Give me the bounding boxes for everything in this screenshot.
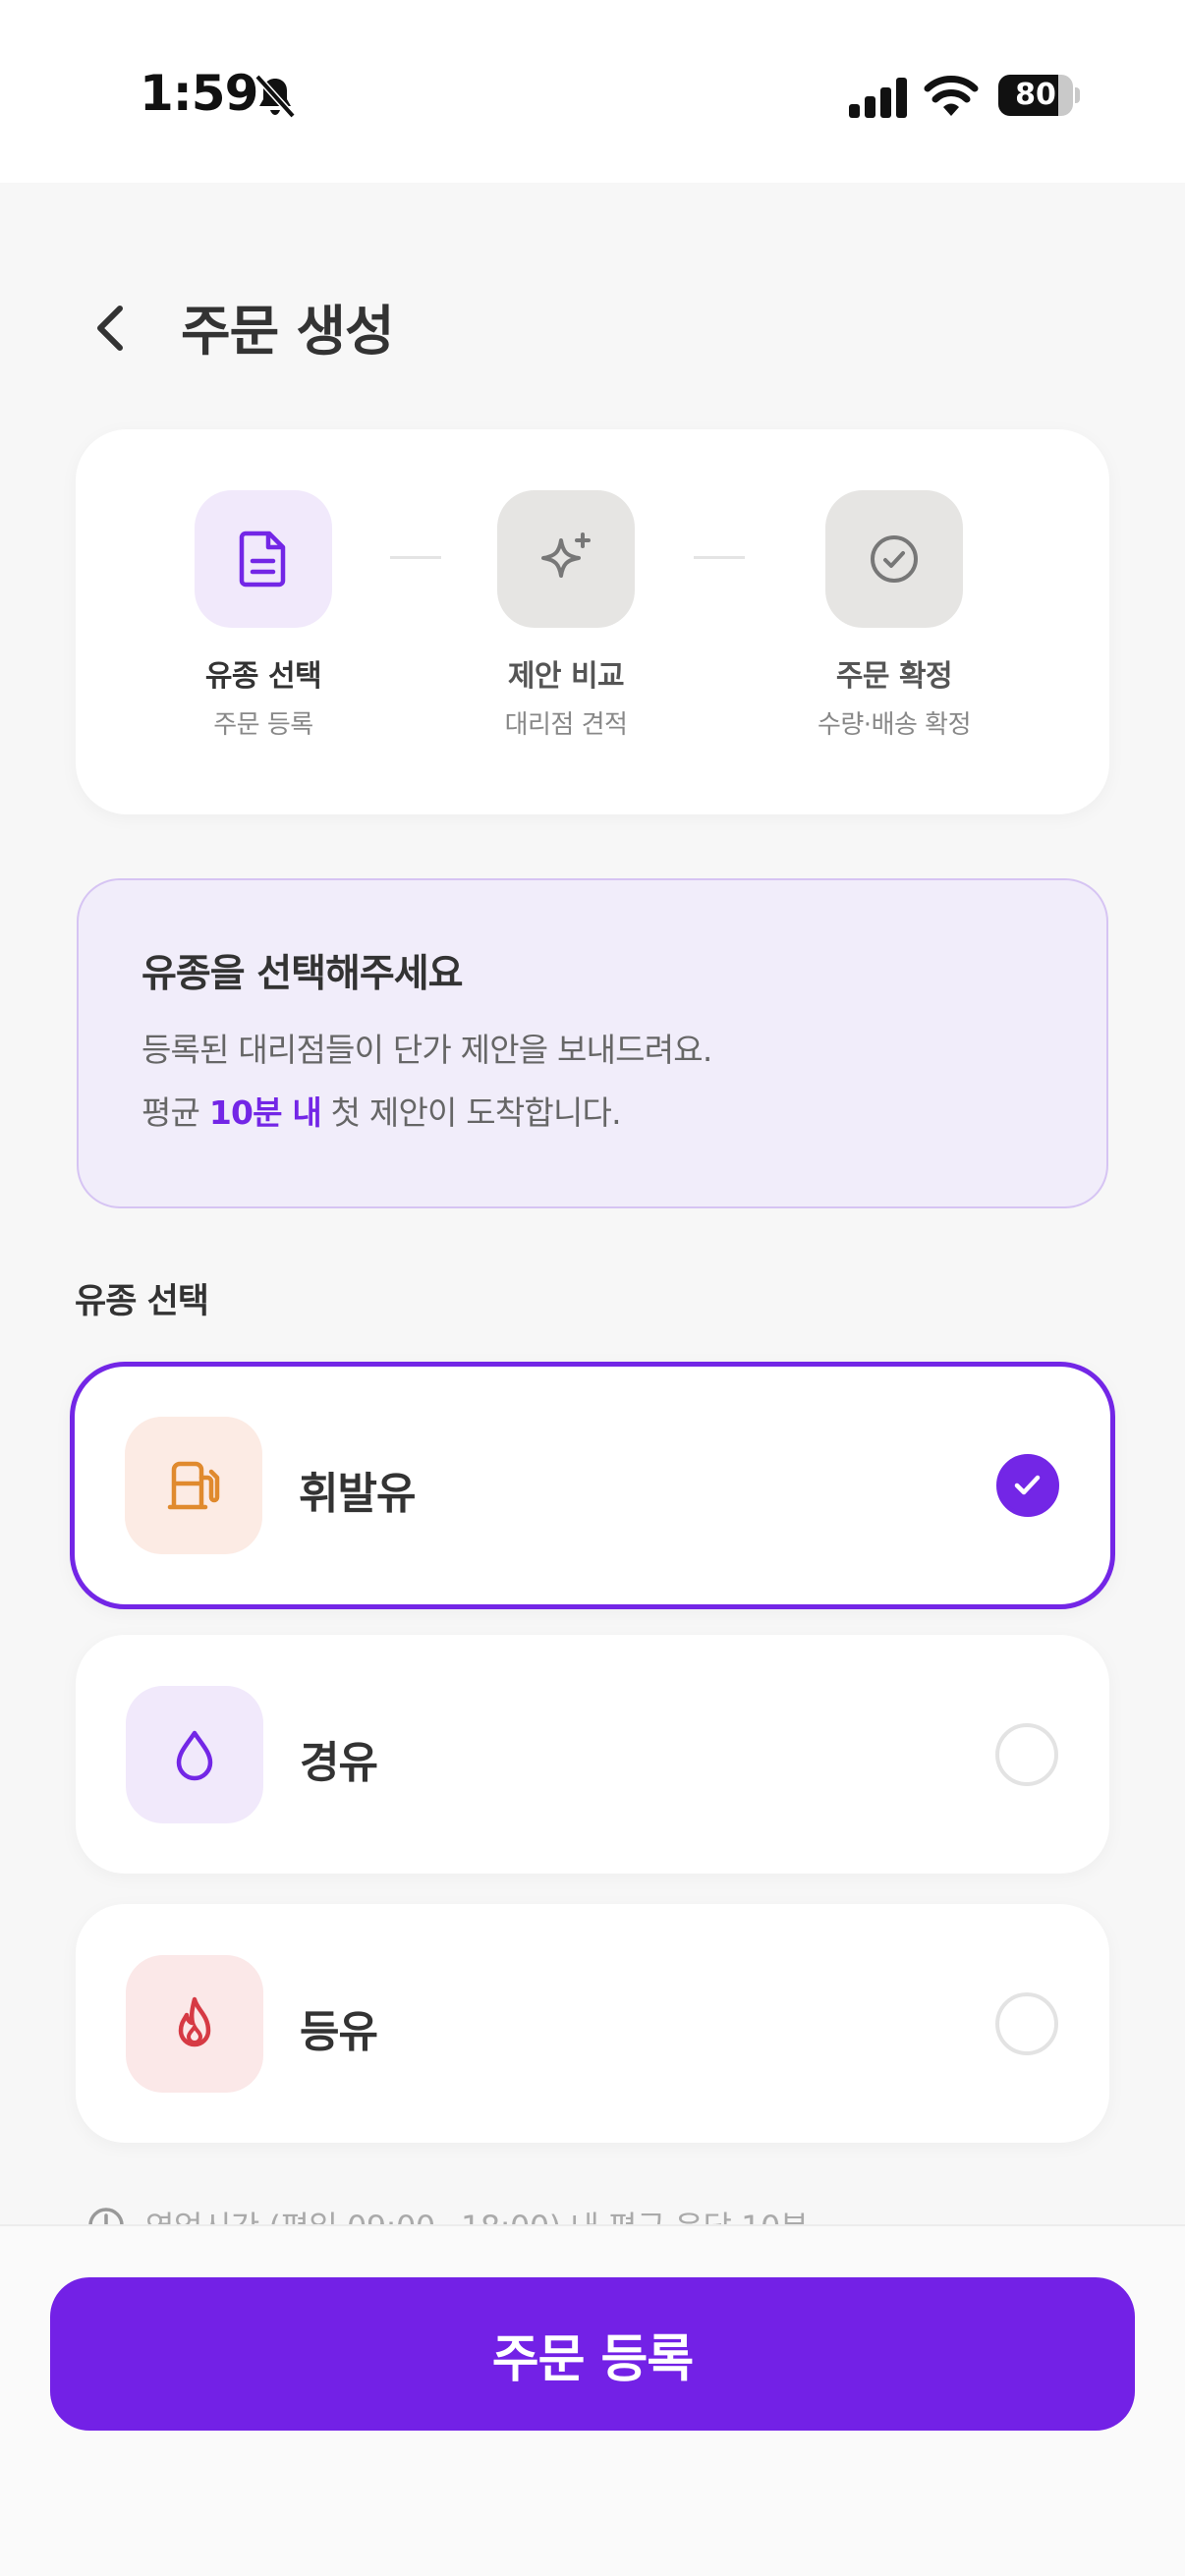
- step-fuel-select: 유종 선택 주문 등록: [136, 490, 391, 741]
- submit-order-button[interactable]: 주문 등록: [50, 2277, 1135, 2431]
- document-icon: [195, 490, 332, 628]
- bottom-action-bar: 주문 등록: [0, 2224, 1185, 2576]
- battery-level-text: 80: [1015, 78, 1056, 112]
- step-order-confirm: 주문 확정 수량·배송 확정: [766, 490, 1022, 741]
- info-line-1: 등록된 대리점들이 단가 제안을 보내드려요.: [141, 1031, 712, 1069]
- step-title: 제안 비교: [507, 659, 625, 694]
- battery-indicator: 80: [998, 75, 1080, 116]
- status-bar: 1:59 80: [0, 0, 1185, 183]
- business-hours-hint: 영업시간 (평일 09:00~18:00) 내 평균 응답 10분: [86, 2203, 971, 2226]
- wifi-icon: [924, 76, 979, 116]
- hint-text: 영업시간 (평일 09:00~18:00) 내 평균 응답 10분: [145, 2203, 809, 2226]
- step-title: 주문 확정: [835, 659, 953, 694]
- check-circle-icon: [825, 490, 963, 628]
- step-subtitle: 대리점 견적: [504, 710, 628, 740]
- radio-unchecked[interactable]: [995, 1722, 1058, 1786]
- step-title: 유종 선택: [204, 659, 322, 694]
- step-connector: [390, 556, 441, 559]
- info-line-2-prefix: 평균: [141, 1093, 209, 1132]
- info-title: 유종을 선택해주세요: [141, 952, 463, 996]
- radio-unchecked[interactable]: [995, 1991, 1058, 2055]
- clock-icon: [88, 2208, 124, 2226]
- step-connector: [694, 556, 745, 559]
- flame-icon: [126, 1954, 263, 2093]
- section-label-fuel-select: 유종 선택: [75, 1282, 209, 1321]
- droplet-icon: [126, 1685, 263, 1823]
- info-notice: 유종을 선택해주세요 등록된 대리점들이 단가 제안을 보내드려요. 평균 10…: [77, 878, 1108, 1208]
- fuel-option-label: 휘발유: [299, 1469, 416, 1519]
- fuel-pump-icon: [125, 1417, 262, 1554]
- progress-steps-card: 유종 선택 주문 등록 제안 비교 대리점 견적 주문 확정 수량·배송 확정: [76, 429, 1109, 814]
- fuel-option-label: 경유: [300, 1737, 378, 1788]
- info-highlight: 10분 내: [208, 1093, 322, 1132]
- step-proposal-compare: 제안 비교 대리점 견적: [438, 490, 694, 741]
- sparkle-icon: [497, 490, 635, 628]
- step-subtitle: 수량·배송 확정: [817, 710, 972, 740]
- bell-muted-icon: [254, 74, 296, 119]
- status-time: 1:59: [140, 65, 258, 122]
- step-subtitle: 주문 등록: [213, 710, 313, 740]
- fuel-option-kerosene[interactable]: 등유: [76, 1904, 1109, 2143]
- fuel-option-label: 등유: [300, 2006, 378, 2057]
- page-title: 주문 생성: [181, 300, 395, 363]
- fuel-option-gasoline[interactable]: 휘발유: [70, 1362, 1115, 1609]
- cellular-signal-icon: [849, 78, 907, 118]
- back-chevron-icon[interactable]: [86, 299, 136, 358]
- order-create-screen: 1:59 80 주문 생성 유종 선택 주문 등록 제안 비교 대리점 견적 주…: [0, 0, 1185, 2576]
- info-line-2: 평균 10분 내 첫 제안이 도착합니다.: [141, 1087, 622, 1134]
- fuel-option-diesel[interactable]: 경유: [76, 1635, 1109, 1874]
- info-line-2-suffix: 첫 제안이 도착합니다.: [320, 1093, 622, 1132]
- radio-checked[interactable]: [996, 1454, 1059, 1517]
